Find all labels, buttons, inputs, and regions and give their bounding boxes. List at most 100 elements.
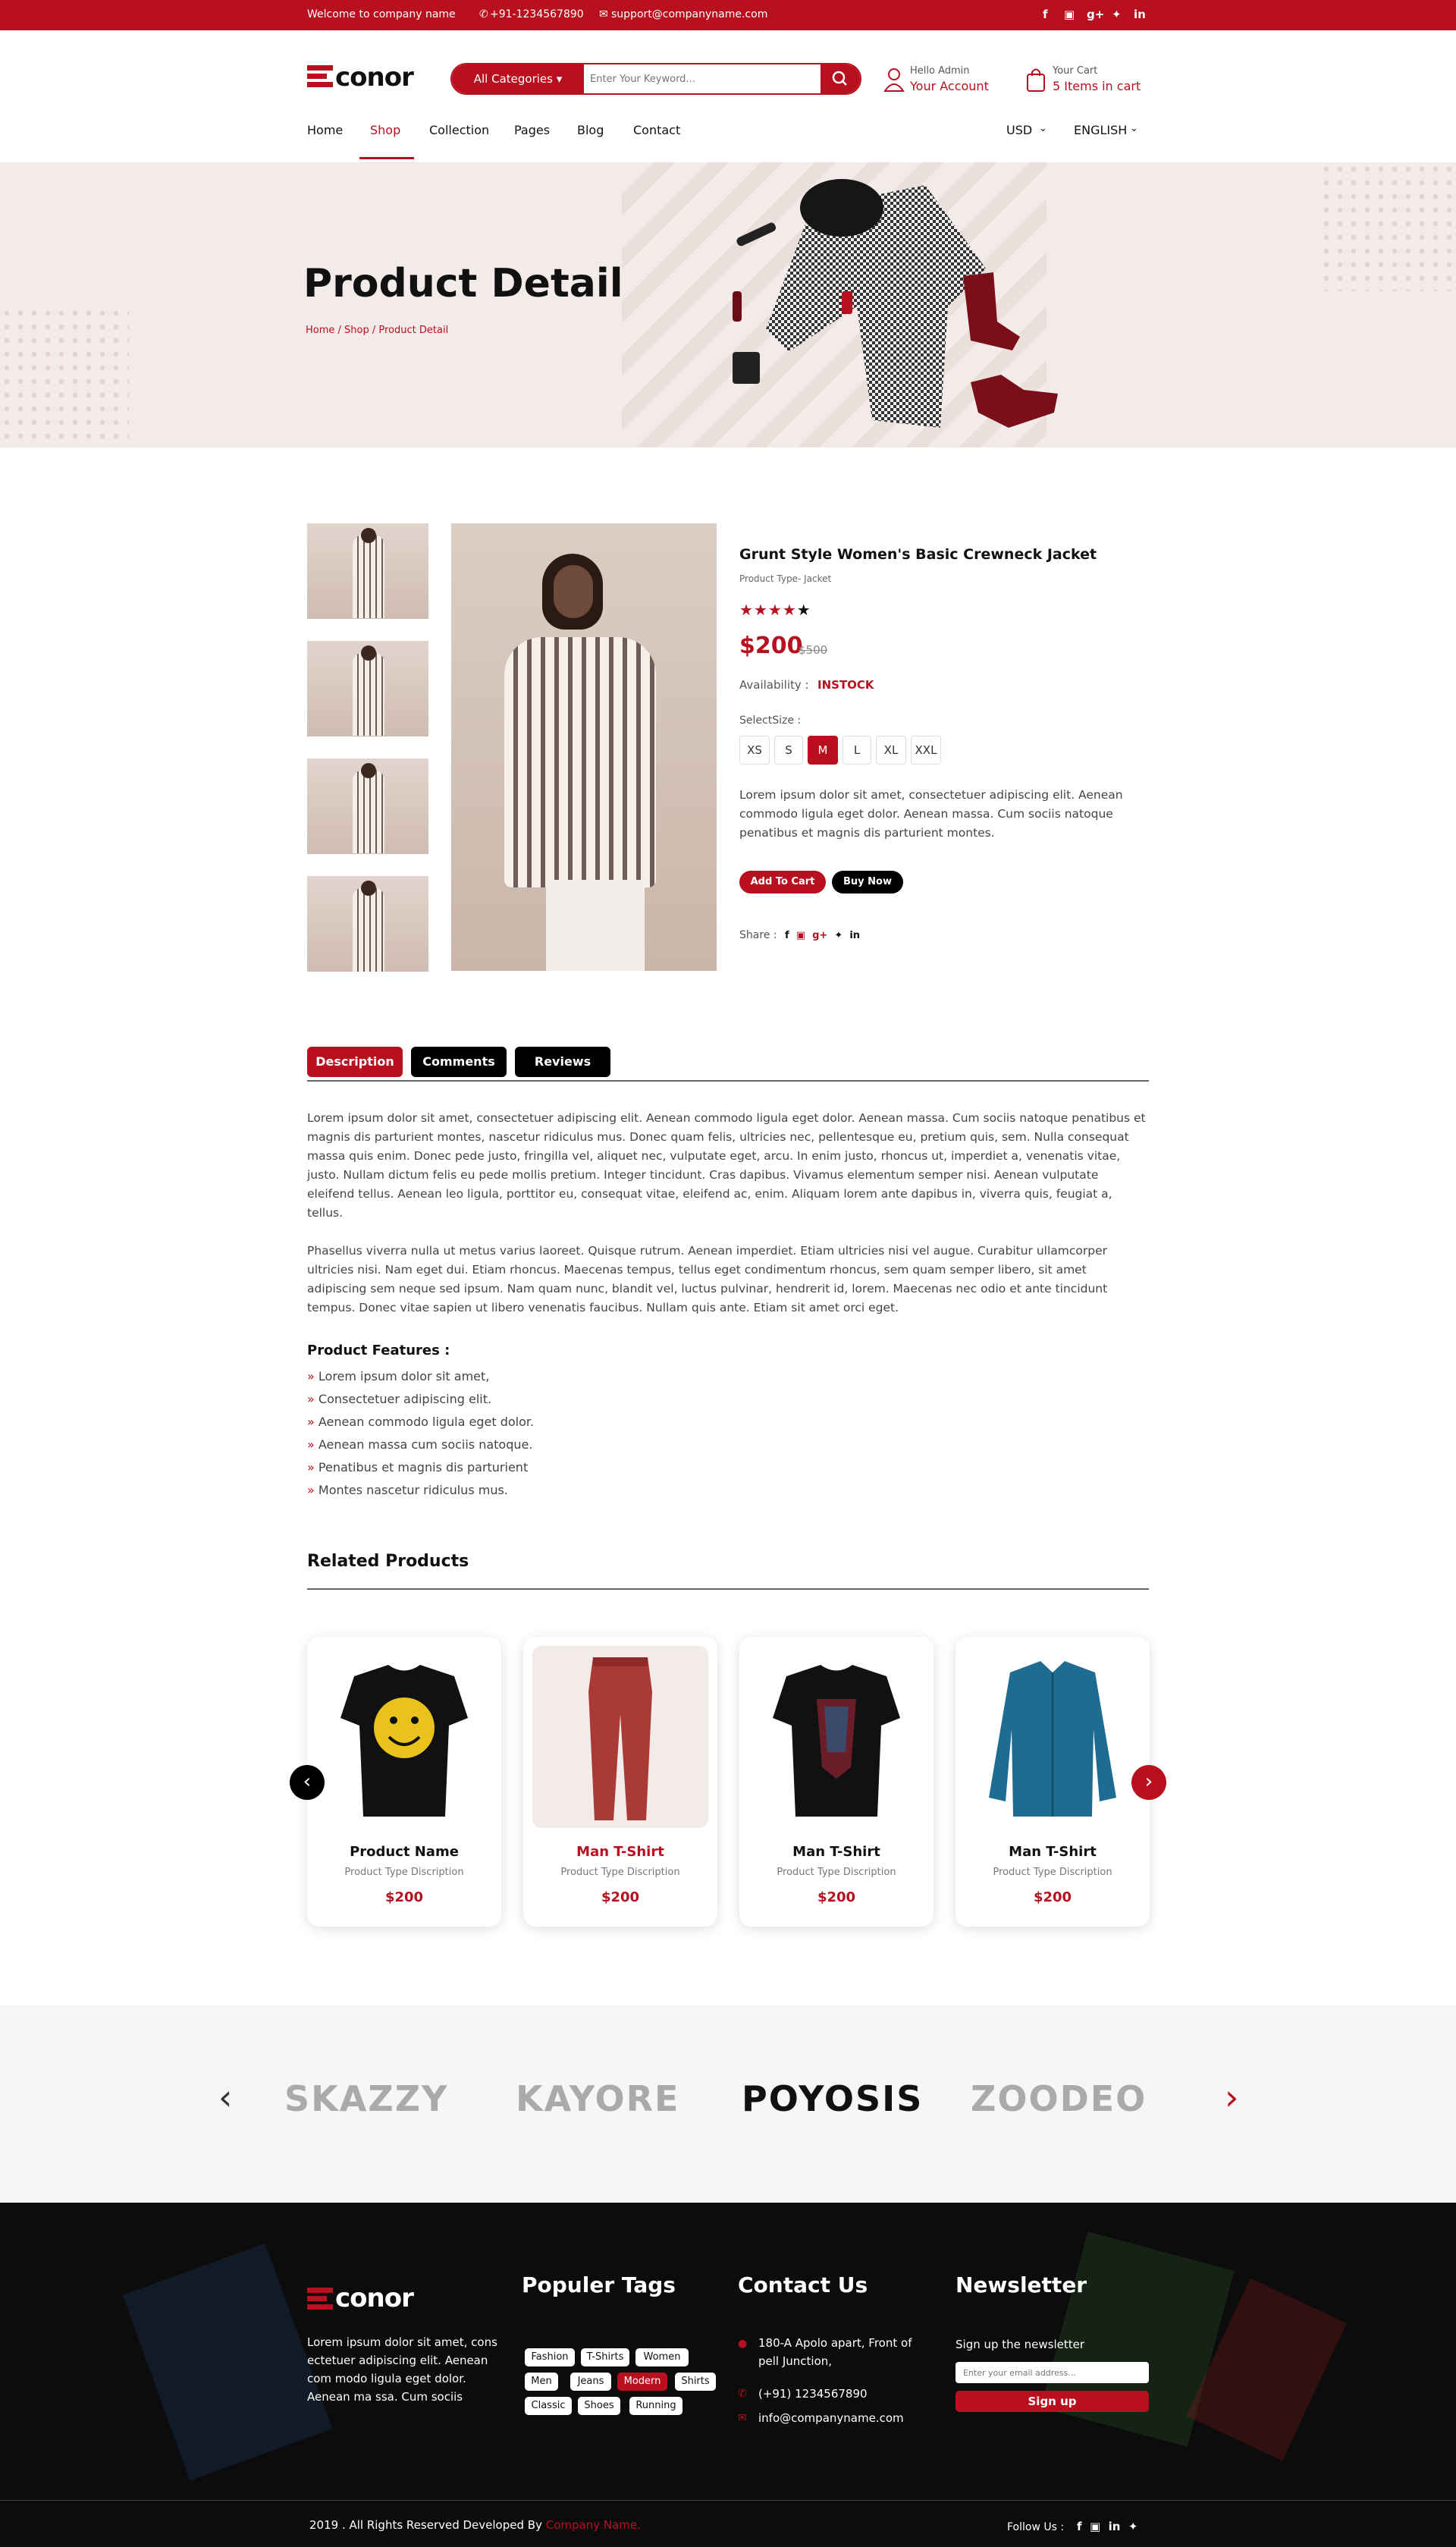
footer-twitter-icon[interactable]: ✦ (1128, 2520, 1138, 2533)
twitter-icon[interactable]: ✦ (1112, 8, 1122, 21)
nav-collection[interactable]: Collection (429, 123, 489, 137)
footer-logo[interactable]: conor (335, 2283, 414, 2313)
product-thumbnail[interactable] (307, 523, 428, 619)
facebook-icon[interactable]: f (1043, 8, 1048, 21)
nav-home[interactable]: Home (307, 123, 343, 137)
company-link[interactable]: Company Name. (546, 2518, 641, 2532)
footer-phone[interactable]: (+91) 1234567890 (758, 2385, 868, 2403)
account-link[interactable]: Your Account (910, 79, 989, 93)
footer-linkedin-icon[interactable]: in (1109, 2520, 1121, 2533)
tag-tshirts[interactable]: T-Shirts (581, 2348, 629, 2366)
tag-shirts[interactable]: Shirts (675, 2373, 716, 2391)
product-card[interactable]: Man T-Shirt Product Type Discription $20… (956, 1637, 1150, 1927)
tab-comments[interactable]: Comments (411, 1047, 507, 1077)
cart-count[interactable]: 5 Items in cart (1053, 79, 1141, 93)
brand-logo-poyosis[interactable]: POYOSIS (742, 2078, 923, 2119)
instagram-icon[interactable]: ▣ (1064, 8, 1075, 21)
nav-contact[interactable]: Contact (633, 123, 680, 137)
cart-icon[interactable] (1025, 67, 1046, 93)
brand-logo-zoodeo[interactable]: ZOODEO (971, 2078, 1147, 2119)
product-main-image[interactable] (451, 523, 717, 971)
feature-item: » Aenean massa cum sociis natoque. (307, 1437, 532, 1452)
footer-divider (0, 2500, 1456, 2501)
share-facebook-icon[interactable]: f (785, 930, 789, 941)
product-card-desc: Product Type Discription (993, 1867, 1112, 1878)
nav-pages[interactable]: Pages (514, 123, 550, 137)
linkedin-icon[interactable]: in (1134, 8, 1146, 21)
product-thumbnail[interactable] (307, 641, 428, 736)
breadcrumb-home[interactable]: Home (306, 325, 334, 336)
availability-label: Availability : (739, 678, 809, 692)
search-button[interactable] (821, 64, 860, 93)
product-card[interactable]: Man T-Shirt Product Type Discription $20… (523, 1637, 717, 1927)
star-rating: ★★★★★ (739, 601, 811, 619)
product-card-price: $200 (601, 1889, 640, 1905)
logo-mark[interactable] (307, 65, 333, 90)
tag-running[interactable]: Running (629, 2397, 682, 2415)
tag-fashion[interactable]: Fashion (525, 2348, 575, 2366)
buy-now-button[interactable]: Buy Now (832, 871, 903, 893)
product-card-name[interactable]: Man T-Shirt (739, 1844, 934, 1860)
google-plus-icon[interactable]: g+ (1087, 8, 1104, 21)
footer-about: Lorem ipsum dolor sit amet, cons ectetue… (307, 2335, 497, 2404)
product-card-image (316, 1646, 492, 1828)
product-thumbnail[interactable] (307, 876, 428, 972)
size-xxl[interactable]: XXL (911, 736, 941, 765)
tag-classic[interactable]: Classic (525, 2397, 572, 2415)
share-google-plus-icon[interactable]: g+ (812, 930, 827, 941)
location-icon: ● (738, 2338, 748, 2350)
carousel-prev-button[interactable]: ‹ (290, 1765, 325, 1800)
tab-description[interactable]: Description (307, 1047, 403, 1077)
description-paragraph-2: Phasellus viverra nulla ut metus varius … (307, 1244, 1108, 1314)
search-input[interactable] (590, 64, 817, 93)
share-instagram-icon[interactable]: ▣ (796, 930, 805, 941)
signup-button[interactable]: Sign up (956, 2391, 1149, 2412)
size-xs[interactable]: XS (739, 736, 770, 765)
add-to-cart-button[interactable]: Add To Cart (739, 871, 826, 893)
footer-instagram-icon[interactable]: ▣ (1090, 2520, 1100, 2533)
tag-shoes[interactable]: Shoes (578, 2397, 620, 2415)
account-greeting: Hello Admin (910, 65, 970, 77)
brands-prev-arrow-icon[interactable]: ‹ (218, 2077, 232, 2118)
carousel-next-button[interactable]: › (1131, 1765, 1166, 1800)
newsletter-email-input[interactable] (956, 2362, 1149, 2383)
size-l[interactable]: L (843, 736, 871, 765)
product-card[interactable]: Man T-Shirt Product Type Discription $20… (739, 1637, 934, 1927)
dot-pattern-right (1320, 162, 1456, 291)
breadcrumb-shop[interactable]: Shop (344, 325, 369, 336)
size-s[interactable]: S (774, 736, 803, 765)
logo[interactable]: conor (335, 62, 414, 93)
topbar-email[interactable]: support@companyname.com (611, 8, 767, 20)
tag-women[interactable]: Women (635, 2348, 689, 2366)
category-dropdown[interactable]: All Categories ▾ (452, 64, 584, 93)
feature-text: Montes nascetur ridiculus mus. (318, 1483, 508, 1497)
tag-modern[interactable]: Modern (617, 2373, 667, 2391)
brand-logo-skazzy[interactable]: SKAZZY (284, 2078, 448, 2119)
tab-reviews[interactable]: Reviews (515, 1047, 610, 1077)
user-icon[interactable] (883, 67, 905, 93)
size-xl[interactable]: XL (876, 736, 906, 765)
star-filled-icon: ★ (739, 601, 754, 619)
nav-shop[interactable]: Shop (370, 123, 400, 137)
thumb-figure (353, 887, 384, 972)
tag-jeans[interactable]: Jeans (570, 2373, 611, 2391)
brands-next-arrow-icon[interactable]: › (1225, 2077, 1238, 2118)
brand-logo-kayore[interactable]: KAYORE (516, 2078, 679, 2119)
copyright-text: 2019 . All Rights Reserved Developed By (309, 2518, 546, 2532)
language-select[interactable]: ENGLISH (1074, 123, 1127, 137)
footer-facebook-icon[interactable]: f (1077, 2520, 1082, 2533)
share-twitter-icon[interactable]: ✦ (834, 930, 843, 941)
size-m-selected[interactable]: M (808, 736, 838, 765)
product-card[interactable]: Product Name Product Type Discription $2… (307, 1637, 501, 1927)
footer-email[interactable]: info@companyname.com (758, 2409, 904, 2427)
product-card-name[interactable]: Man T-Shirt (956, 1844, 1150, 1860)
product-card-name[interactable]: Man T-Shirt (523, 1844, 717, 1860)
tag-men[interactable]: Men (525, 2373, 558, 2391)
product-card-name[interactable]: Product Name (307, 1844, 501, 1860)
product-thumbnail[interactable] (307, 758, 428, 854)
currency-select[interactable]: USD (1006, 123, 1032, 137)
phone-icon: ✆ (479, 8, 488, 20)
nav-blog[interactable]: Blog (577, 123, 604, 137)
thumb-head (361, 763, 376, 778)
share-linkedin-icon[interactable]: in (849, 930, 860, 941)
